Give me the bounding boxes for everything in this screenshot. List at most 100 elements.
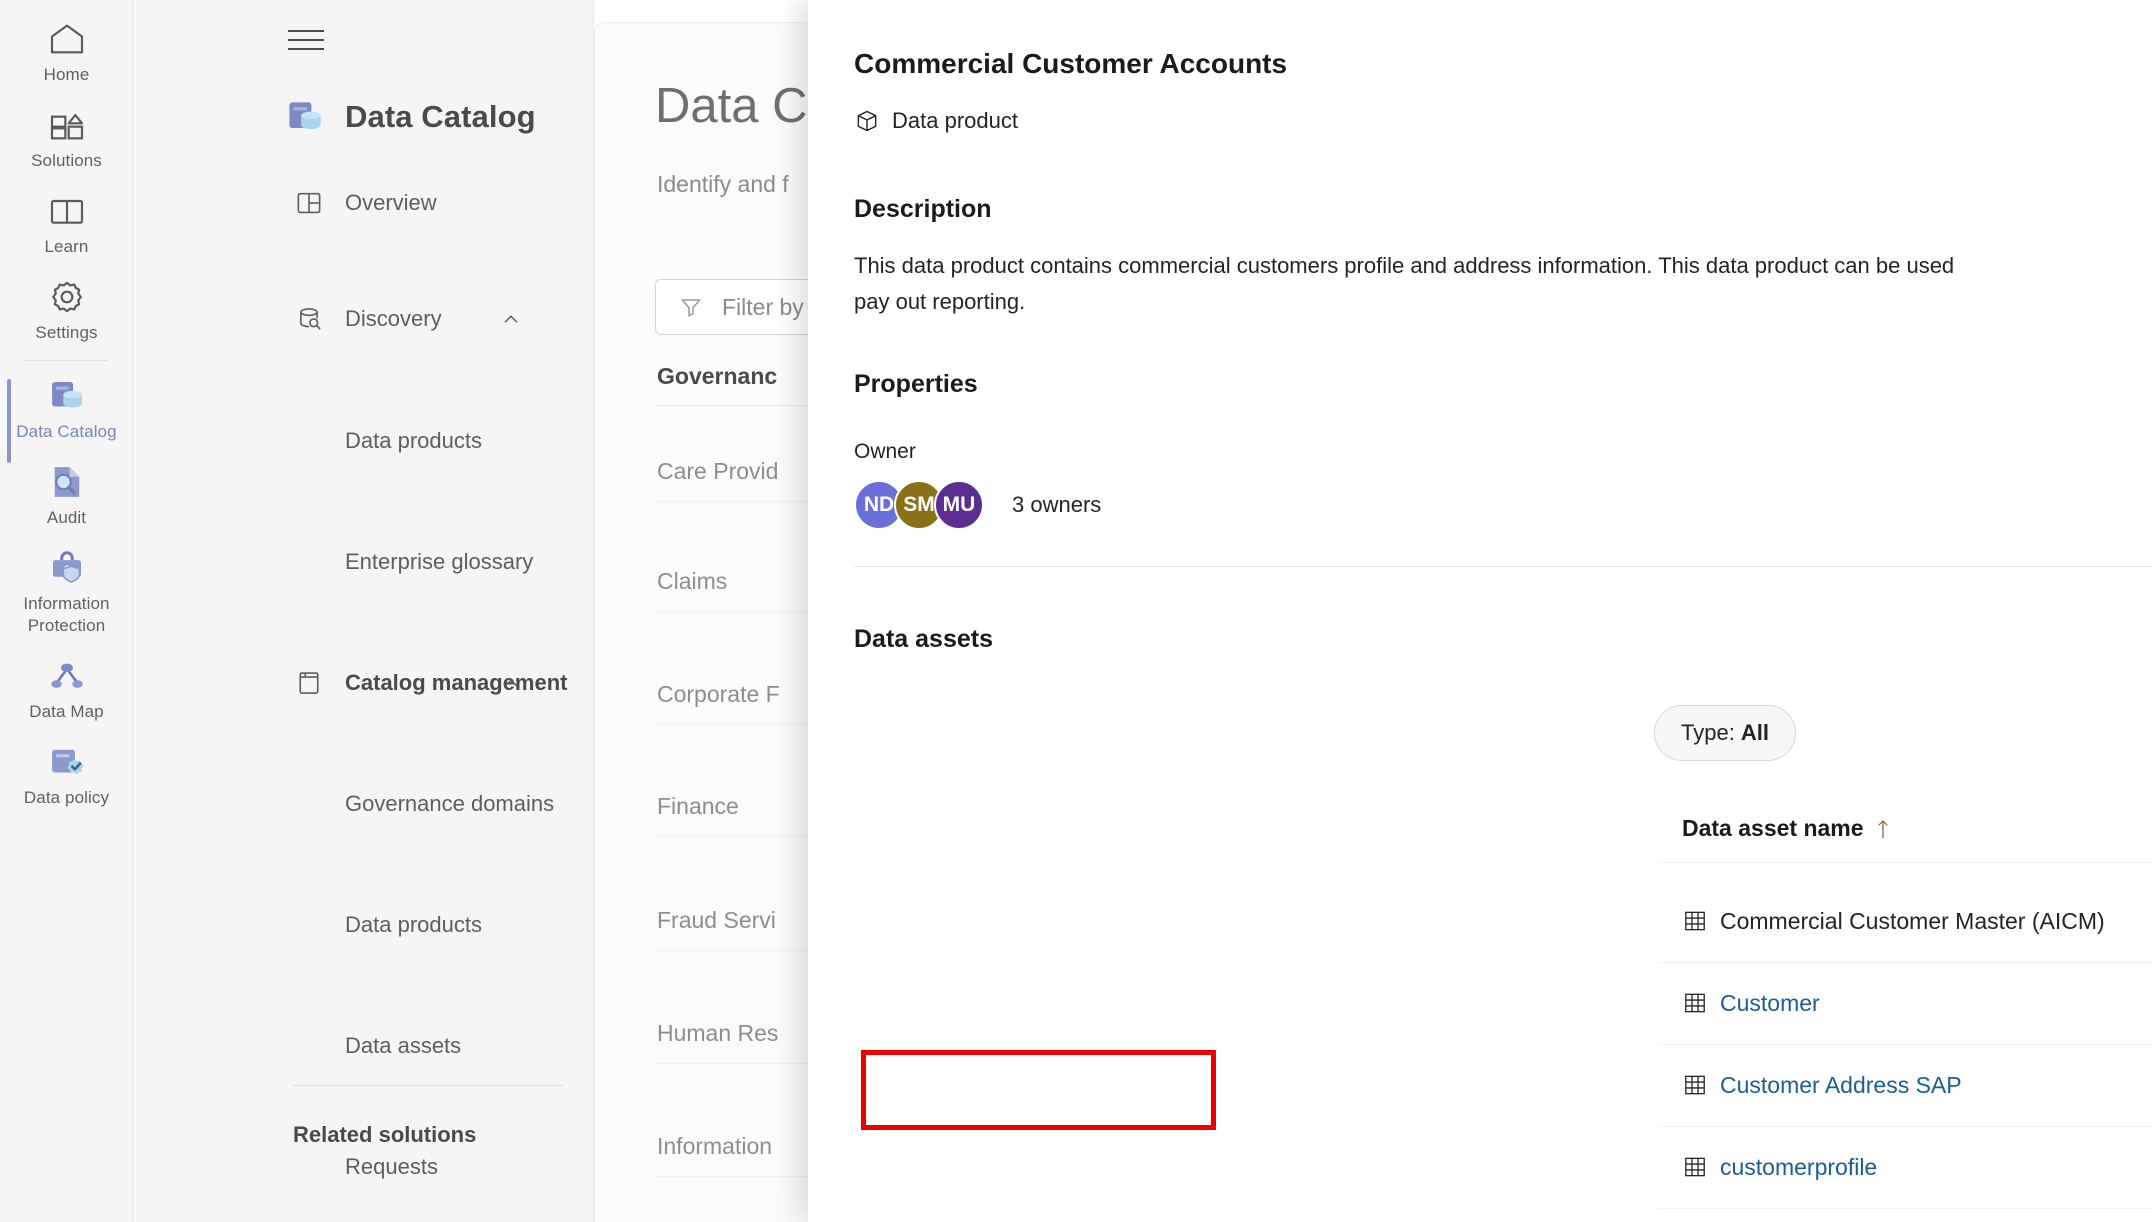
- nav-item-label: Data products: [345, 911, 482, 937]
- type-filter-chip[interactable]: Type: All: [1654, 705, 1796, 761]
- nav-item-overview[interactable]: Overview: [133, 172, 594, 233]
- table-row[interactable]: Customer Healthy 96.3: [1682, 962, 2152, 1044]
- data-map-icon: [46, 655, 88, 697]
- data-catalog-icon: [46, 375, 88, 417]
- table-row[interactable]: customerprofile Healthy 82.8: [1682, 1126, 2152, 1208]
- background-column-header: Governanc: [657, 363, 778, 389]
- solutions-icon: [46, 104, 88, 146]
- nav-title-label: Data Catalog: [345, 99, 536, 134]
- cell-data-asset-name[interactable]: Customer: [1682, 990, 2152, 1017]
- table-row[interactable]: Commercial Customer Master (AICM) --: [1682, 880, 2152, 962]
- hamburger-icon[interactable]: [288, 20, 328, 60]
- background-list-item[interactable]: Claims: [657, 568, 727, 595]
- properties-divider: [854, 566, 2152, 567]
- asset-name-link[interactable]: Customer: [1720, 990, 1820, 1017]
- cell-data-asset-name[interactable]: customerprofile: [1682, 1154, 2152, 1181]
- package-cube-icon: [854, 108, 880, 134]
- rail-item-settings[interactable]: Settings: [0, 266, 133, 352]
- nav-item-catalog-management[interactable]: Catalog management: [133, 652, 594, 713]
- data-policy-icon: [46, 741, 88, 783]
- panel-type-label: Data product: [892, 108, 1018, 133]
- cell-data-asset-name[interactable]: Commercial Customer Master (AICM): [1682, 908, 2152, 935]
- nav-item-label: Data products: [345, 427, 482, 453]
- rail-item-solutions[interactable]: Solutions: [0, 94, 133, 180]
- data-product-details-panel: Commercial Customer Accounts Data produc…: [808, 0, 2152, 1222]
- nav-item-label: Discovery: [345, 305, 442, 331]
- nav-related-solutions-heading: Related solutions: [293, 1122, 477, 1147]
- rail-item-label: Data Map: [29, 702, 104, 721]
- nav-item-label: Data assets: [345, 1032, 462, 1058]
- rail-item-learn[interactable]: Learn: [0, 180, 133, 266]
- data-catalog-icon: [283, 95, 327, 139]
- owner-avatars[interactable]: ND SM MU 3 owners: [854, 480, 1101, 530]
- overview-grid-icon: [293, 187, 325, 219]
- data-assets-heading: Data assets: [854, 625, 993, 653]
- rail-item-data-map[interactable]: Data Map: [0, 645, 133, 731]
- asset-name-link[interactable]: customerprofile: [1720, 1154, 1877, 1181]
- description-line-2: pay out reporting.: [854, 289, 1026, 314]
- column-header-label: Data asset name: [1682, 815, 1864, 841]
- nav-item-data-products-catalog[interactable]: Data products: [133, 894, 594, 955]
- rail-item-label: Data policy: [23, 788, 110, 807]
- background-list-item[interactable]: Human Res: [657, 1020, 778, 1047]
- table-row[interactable]: Customer Address SAP Healthy 89.9: [1682, 1044, 2152, 1126]
- home-icon: [46, 18, 88, 60]
- nav-item-label: Governance domains: [345, 790, 555, 816]
- rail-item-audit[interactable]: Audit: [0, 451, 133, 537]
- background-list-item[interactable]: Finance: [657, 793, 739, 820]
- chevron-up-icon[interactable]: [500, 308, 522, 330]
- background-list-item[interactable]: Care Provid: [657, 458, 778, 485]
- chevron-up-icon[interactable]: [500, 672, 522, 694]
- rail-item-label: Audit: [46, 508, 87, 527]
- discovery-icon: [293, 303, 325, 335]
- rail-item-label: Data Catalog: [16, 422, 117, 441]
- nav-item-enterprise-glossary[interactable]: Enterprise glossary: [133, 531, 594, 592]
- sort-ascending-arrow-icon: [1874, 818, 1892, 840]
- rail-item-label: Home: [43, 65, 90, 84]
- background-list-item[interactable]: Fraud Servi: [657, 907, 776, 934]
- properties-heading: Properties: [854, 370, 978, 398]
- owner-label: Owner: [854, 440, 916, 463]
- background-list-item[interactable]: Information: [657, 1133, 772, 1160]
- nav-item-label: Catalog management: [345, 669, 568, 695]
- audit-icon: [46, 461, 88, 503]
- panel-title: Commercial Customer Accounts: [854, 48, 1288, 79]
- rail-item-label: Solutions: [31, 151, 102, 170]
- table-divider: [1658, 1208, 2152, 1209]
- nav-title: Data Catalog: [283, 95, 536, 139]
- rail-item-label: Information Protection: [23, 594, 110, 635]
- nav-item-data-assets[interactable]: Data assets: [133, 1015, 594, 1076]
- page-title: Data C: [655, 79, 808, 133]
- nav-list: Overview Discovery Data products Enterpr…: [133, 172, 594, 1179]
- nav-item-governance-domains[interactable]: Governance domains: [133, 773, 594, 834]
- navigation-pane: Data Catalog Overview Discovery Data pro…: [133, 0, 594, 1222]
- column-header-data-asset-name[interactable]: Data asset name: [1682, 815, 2152, 842]
- filter-by-label: Filter by: [722, 293, 804, 320]
- cell-data-asset-name[interactable]: Customer Address SAP: [1682, 1072, 2152, 1099]
- table-grid-icon: [1682, 1072, 1708, 1098]
- table-grid-icon: [1682, 1154, 1708, 1180]
- background-list-item[interactable]: Corporate F: [657, 681, 780, 708]
- learn-book-icon: [46, 190, 88, 232]
- nav-item-discovery[interactable]: Discovery: [133, 288, 594, 349]
- rail-item-information-protection[interactable]: Information Protection: [0, 537, 133, 645]
- type-filter-prefix: Type:: [1681, 720, 1735, 745]
- description-text: This data product contains commercial cu…: [854, 248, 2152, 320]
- rail-item-label: Settings: [35, 323, 98, 342]
- description-line-1: This data product contains commercial cu…: [854, 253, 1955, 278]
- nav-item-label: Requests: [345, 1153, 438, 1179]
- rail-item-label: Learn: [44, 237, 89, 256]
- filter-funnel-icon: [678, 294, 704, 320]
- type-filter-value: All: [1740, 720, 1769, 745]
- app-rail: Home Solutions Learn Settings Data Catal…: [0, 0, 133, 1222]
- rail-item-home[interactable]: Home: [0, 8, 133, 94]
- rail-item-data-catalog[interactable]: Data Catalog: [0, 365, 133, 463]
- nav-item-data-products-discovery[interactable]: Data products: [133, 410, 594, 471]
- table-grid-icon: [1682, 990, 1708, 1016]
- book-icon: [293, 667, 325, 699]
- nav-item-label: Enterprise glossary: [345, 548, 534, 574]
- avatar[interactable]: MU: [934, 480, 984, 530]
- rail-item-data-policy[interactable]: Data policy: [0, 731, 133, 817]
- table-grid-icon: [1682, 908, 1708, 934]
- asset-name-link[interactable]: Customer Address SAP: [1720, 1072, 1962, 1099]
